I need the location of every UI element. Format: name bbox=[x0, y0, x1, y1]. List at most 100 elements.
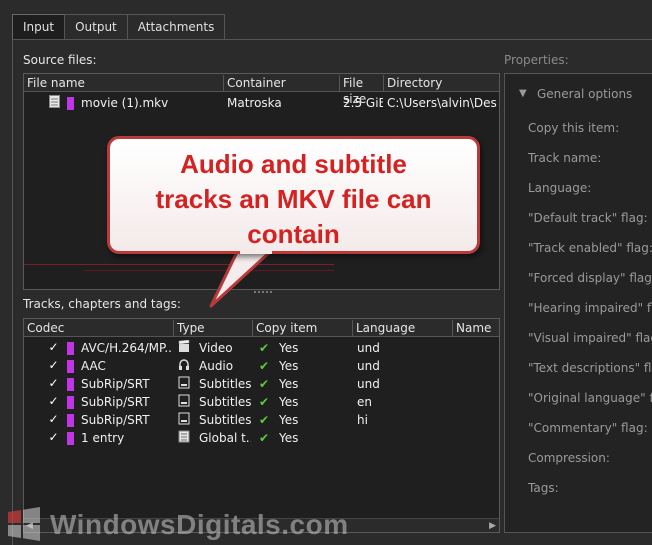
track-row[interactable]: ✓ AVC/H.264/MP... Video ✔ Yes und bbox=[24, 339, 499, 357]
check-icon: ✔ bbox=[259, 413, 270, 427]
source-files-header: File name Container File size Directory bbox=[24, 74, 501, 106]
tab-input[interactable]: Input bbox=[12, 14, 66, 41]
prop-commentary: "Commentary" flag: bbox=[528, 421, 648, 435]
track-type: Audio bbox=[199, 359, 234, 373]
file-icon bbox=[49, 95, 61, 111]
column-type[interactable]: Type bbox=[174, 320, 253, 336]
film-icon bbox=[178, 340, 192, 356]
prop-track-enabled: "Track enabled" flag: bbox=[528, 241, 652, 255]
track-language: und bbox=[357, 377, 380, 391]
track-copy: Yes bbox=[279, 431, 299, 445]
file-container: Matroska bbox=[227, 96, 282, 110]
column-file-size[interactable]: File size bbox=[340, 75, 384, 106]
file-size: 2.5 GiB bbox=[343, 96, 383, 110]
track-type: Subtitles bbox=[199, 413, 251, 427]
callout-tail-cover bbox=[240, 248, 272, 254]
prop-forced-display: "Forced display" flag: bbox=[528, 271, 652, 285]
track-color-marker bbox=[67, 358, 74, 374]
splitter-handle[interactable] bbox=[254, 291, 272, 294]
tab-output[interactable]: Output bbox=[64, 14, 128, 40]
track-language bbox=[357, 430, 417, 446]
column-directory[interactable]: Directory bbox=[384, 75, 501, 91]
callout-box: Audio and subtitle tracks an MKV file ca… bbox=[107, 136, 480, 254]
column-language[interactable]: Language bbox=[353, 320, 453, 336]
column-file-name[interactable]: File name bbox=[24, 75, 224, 91]
track-row[interactable]: ✓ AAC Audio ✔ Yes und bbox=[24, 357, 499, 375]
subtitle-icon bbox=[178, 394, 192, 410]
general-options-header[interactable]: General options bbox=[537, 87, 632, 101]
prop-tags: Tags: bbox=[528, 481, 559, 495]
file-directory: C:\Users\alvin\Des... bbox=[387, 96, 497, 110]
track-type: Global t... bbox=[199, 431, 251, 445]
track-type: Subtitles bbox=[199, 395, 251, 409]
track-copy: Yes bbox=[279, 377, 299, 391]
track-type: Subtitles bbox=[199, 377, 251, 391]
prop-hearing-impaired: "Hearing impaired" flag: bbox=[528, 301, 652, 315]
tags-icon bbox=[178, 430, 192, 446]
check-icon: ✔ bbox=[259, 431, 270, 445]
tracks-label: Tracks, chapters and tags: bbox=[23, 297, 181, 311]
check-icon: ✔ bbox=[259, 359, 270, 373]
properties-label: Properties: bbox=[504, 53, 569, 67]
track-checkbox[interactable]: ✓ bbox=[47, 341, 60, 354]
column-codec[interactable]: Codec bbox=[24, 320, 174, 336]
headphones-icon bbox=[178, 358, 192, 374]
scroll-right-icon[interactable]: ▶ bbox=[489, 521, 496, 531]
track-checkbox[interactable]: ✓ bbox=[47, 395, 60, 408]
track-color-marker bbox=[67, 376, 74, 392]
tracks-header: Codec Type Copy item Language Name bbox=[24, 319, 499, 337]
tab-attachments-label: Attachments bbox=[137, 20, 215, 34]
artifact-line bbox=[24, 264, 334, 265]
check-icon: ✔ bbox=[259, 395, 270, 409]
track-codec: SubRip/SRT bbox=[81, 377, 150, 391]
prop-original-language: "Original language" flag: bbox=[528, 391, 652, 405]
source-file-row[interactable]: movie (1).mkv Matroska 2.5 GiB C:\Users\… bbox=[24, 94, 499, 112]
track-row[interactable]: ✓ SubRip/SRT Subtitles ✔ Yes hi bbox=[24, 411, 499, 429]
track-copy: Yes bbox=[279, 359, 299, 373]
prop-text-descriptions: "Text descriptions" flag: bbox=[528, 361, 652, 375]
prop-track-name: Track name: bbox=[528, 151, 602, 165]
prop-language: Language: bbox=[528, 181, 592, 195]
column-copy-item[interactable]: Copy item bbox=[253, 320, 353, 336]
subtitle-icon bbox=[178, 412, 192, 428]
track-row[interactable]: ✓ 1 entry Global t... ✔ Yes bbox=[24, 429, 499, 447]
track-row[interactable]: ✓ SubRip/SRT Subtitles ✔ Yes und bbox=[24, 375, 499, 393]
tracks-list[interactable]: Codec Type Copy item Language Name ✓ AVC… bbox=[23, 318, 500, 533]
track-language: hi bbox=[357, 413, 368, 427]
callout-text: Audio and subtitle tracks an MKV file ca… bbox=[110, 147, 477, 252]
track-language: en bbox=[357, 395, 372, 409]
track-row[interactable]: ✓ SubRip/SRT Subtitles ✔ Yes en bbox=[24, 393, 499, 411]
prop-copy-item: Copy this item: bbox=[528, 121, 620, 135]
track-checkbox[interactable]: ✓ bbox=[47, 431, 60, 444]
track-codec: 1 entry bbox=[81, 431, 125, 445]
track-color-marker bbox=[67, 430, 74, 446]
track-codec: SubRip/SRT bbox=[81, 395, 150, 409]
check-icon: ✔ bbox=[259, 377, 270, 391]
watermark-text: WindowsDigitals.com bbox=[50, 509, 349, 540]
column-name[interactable]: Name bbox=[453, 320, 501, 336]
track-checkbox[interactable]: ✓ bbox=[47, 413, 60, 426]
callout-line-1: Audio and subtitle bbox=[180, 149, 407, 179]
callout-line-3: contain bbox=[247, 219, 340, 249]
file-name: movie (1).mkv bbox=[81, 96, 169, 110]
track-codec: AVC/H.264/MP... bbox=[81, 341, 173, 355]
track-type: Video bbox=[199, 341, 233, 355]
callout-line-2: tracks an MKV file can bbox=[155, 184, 432, 214]
track-codec: SubRip/SRT bbox=[81, 413, 150, 427]
column-container[interactable]: Container bbox=[224, 75, 340, 91]
check-icon: ✔ bbox=[259, 341, 270, 355]
prop-visual-impaired: "Visual impaired" flag: bbox=[528, 331, 652, 345]
track-codec: AAC bbox=[81, 359, 106, 373]
track-checkbox[interactable]: ✓ bbox=[47, 359, 60, 372]
tab-attachments[interactable]: Attachments bbox=[126, 14, 226, 40]
tab-input-label: Input bbox=[23, 20, 55, 34]
tab-bar: Input Output Attachments bbox=[12, 14, 226, 41]
track-copy: Yes bbox=[279, 395, 299, 409]
chevron-down-icon[interactable]: ▼ bbox=[519, 88, 527, 99]
file-color-marker bbox=[67, 95, 74, 111]
track-language: und bbox=[357, 359, 380, 373]
track-checkbox[interactable]: ✓ bbox=[47, 377, 60, 390]
track-color-marker bbox=[67, 412, 74, 428]
prop-default-track: "Default track" flag: bbox=[528, 211, 648, 225]
track-color-marker bbox=[67, 340, 74, 356]
